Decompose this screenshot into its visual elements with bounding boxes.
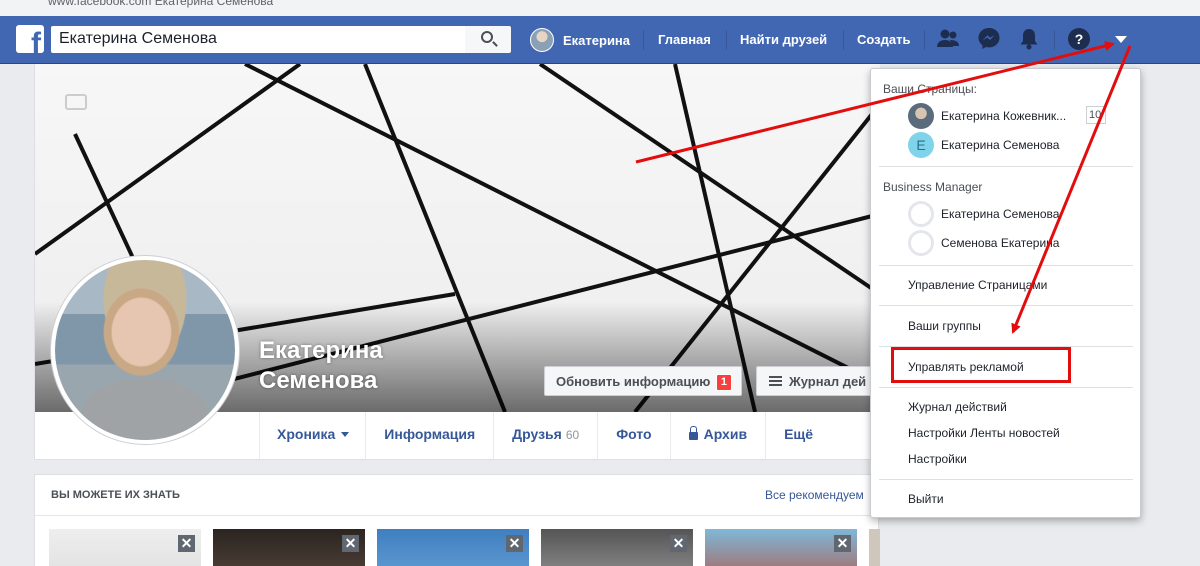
search-button[interactable] [465, 26, 511, 53]
list-icon [769, 376, 782, 386]
settings-menu-item[interactable]: Настройки [908, 452, 967, 466]
divider [879, 479, 1133, 480]
nav-divider [1054, 30, 1055, 50]
nav-divider [843, 30, 844, 50]
people-you-may-know: ВЫ МОЖЕТЕ ИХ ЗНАТЬ Все рекомендуем ✕ ✕ ✕… [34, 474, 880, 566]
notifications-bell-icon[interactable] [1016, 26, 1042, 52]
nav-divider [726, 30, 727, 50]
update-info-label: Обновить информацию [556, 374, 711, 389]
profile-picture[interactable] [51, 256, 239, 444]
page-name: Екатерина Кожевник... [941, 109, 1067, 123]
business-account-item[interactable]: Екатерина Семенова [908, 200, 1059, 228]
tab-friends-label: Друзья [512, 426, 562, 442]
tab-archive-label: Архив [703, 426, 748, 442]
tab-info-label: Информация [384, 426, 476, 442]
divider [879, 387, 1133, 388]
pages-heading: Ваши Страницы: [883, 82, 978, 96]
activity-log-label: Журнал дей [789, 374, 867, 389]
facebook-logo-icon[interactable]: f [16, 25, 44, 53]
suggestion-card[interactable]: ✕ [213, 529, 365, 566]
close-icon[interactable]: ✕ [342, 535, 359, 552]
friends-count: 60 [565, 428, 580, 442]
account-dropdown-menu: Ваши Страницы: Екатерина Кожевник... 10 … [870, 68, 1141, 518]
suggestion-card[interactable]: ✕ [49, 529, 201, 566]
tab-archive[interactable]: Архив [669, 412, 765, 459]
lock-icon [688, 426, 698, 440]
tab-more-label: Ещё [784, 426, 813, 442]
profile-name[interactable]: Екатерина Семенова [259, 336, 383, 396]
logout-menu-item[interactable]: Выйти [908, 492, 944, 506]
activity-log-button[interactable]: Журнал дей [756, 366, 880, 396]
update-info-button[interactable]: Обновить информацию 1 [544, 366, 742, 396]
activity-log-menu-item[interactable]: Журнал действий [908, 400, 1007, 414]
tab-info[interactable]: Информация [365, 412, 493, 459]
page-item[interactable]: Екатерина Кожевник... [908, 102, 1066, 130]
help-question-icon[interactable]: ? [1066, 26, 1092, 52]
profile-header: Екатерина Семенова Обновить информацию 1… [34, 64, 880, 460]
tab-timeline[interactable]: Хроника [259, 412, 365, 459]
business-account-name: Екатерина Семенова [941, 207, 1060, 221]
page-letter-avatar: E [908, 132, 934, 158]
manage-ads-highlight-box [891, 347, 1071, 383]
close-icon[interactable]: ✕ [506, 535, 523, 552]
divider [879, 166, 1133, 167]
caret-down-icon [341, 432, 350, 437]
nav-home-link[interactable]: Главная [658, 32, 711, 47]
profile-name-line: Екатерина [259, 337, 383, 364]
search-input[interactable]: Екатерина Семенова [51, 26, 465, 53]
your-groups-menu-item[interactable]: Ваши группы [908, 319, 981, 333]
suggestion-card[interactable]: ✕ [377, 529, 529, 566]
business-account-item[interactable]: Семенова Екатерина [908, 229, 1059, 257]
nav-divider [643, 30, 644, 50]
profile-name-line: Семенова [259, 367, 378, 394]
news-feed-settings-menu-item[interactable]: Настройки Ленты новостей [908, 426, 1060, 440]
divider [879, 305, 1133, 306]
business-manager-heading: Business Manager [883, 180, 983, 194]
business-account-name: Семенова Екатерина [941, 236, 1060, 250]
business-avatar [908, 230, 934, 256]
suggestion-card[interactable] [869, 529, 880, 566]
manage-pages-menu-item[interactable]: Управление Страницами [908, 278, 1047, 292]
tab-friends[interactable]: Друзья 60 [493, 412, 597, 459]
close-icon[interactable]: ✕ [834, 535, 851, 552]
svg-text:?: ? [1075, 31, 1084, 47]
tab-photo-label: Фото [616, 426, 652, 442]
tab-timeline-label: Хроника [277, 426, 336, 442]
avatar [530, 28, 554, 52]
nav-create-link[interactable]: Создать [857, 32, 910, 47]
page-avatar [908, 103, 934, 129]
profile-photo [55, 260, 235, 440]
tab-more[interactable]: Ещё [765, 412, 813, 459]
see-all-recommendations-link[interactable]: Все рекомендуем [765, 488, 864, 502]
close-icon[interactable]: ✕ [178, 535, 195, 552]
friend-requests-icon[interactable] [935, 26, 961, 52]
nav-profile-link[interactable]: Екатерина [530, 27, 630, 53]
page-notification-count: 10 [1086, 106, 1106, 124]
nav-find-friends-link[interactable]: Найти друзей [740, 32, 827, 47]
page-name: Екатерина Семенова [941, 138, 1060, 152]
suggestion-card[interactable]: ✕ [705, 529, 857, 566]
divider [879, 265, 1133, 266]
business-avatar [908, 201, 934, 227]
pymk-title: ВЫ МОЖЕТЕ ИХ ЗНАТЬ [51, 489, 180, 501]
nav-user-name: Екатерина [563, 32, 631, 48]
search-icon [481, 31, 493, 43]
update-info-badge: 1 [715, 374, 732, 391]
account-menu-chevron-down-icon[interactable] [1108, 26, 1134, 52]
camera-icon[interactable] [65, 94, 87, 110]
messenger-icon[interactable] [976, 26, 1002, 52]
page-item[interactable]: E Екатерина Семенова [908, 131, 1059, 159]
address-bar-url: www.facebook.com Екатерина Семенова [48, 0, 274, 8]
nav-divider [924, 30, 925, 50]
browser-address-bar[interactable]: www.facebook.com Екатерина Семенова [0, 0, 1200, 16]
profile-tabs: Хроника Информация Друзья 60 Фото Архив Е… [259, 412, 813, 459]
facebook-topbar: f Екатерина Семенова Екатерина Главная Н… [0, 16, 1200, 64]
divider [35, 515, 878, 516]
close-icon[interactable]: ✕ [670, 535, 687, 552]
suggestion-card[interactable]: ✕ [541, 529, 693, 566]
tab-photo[interactable]: Фото [597, 412, 669, 459]
